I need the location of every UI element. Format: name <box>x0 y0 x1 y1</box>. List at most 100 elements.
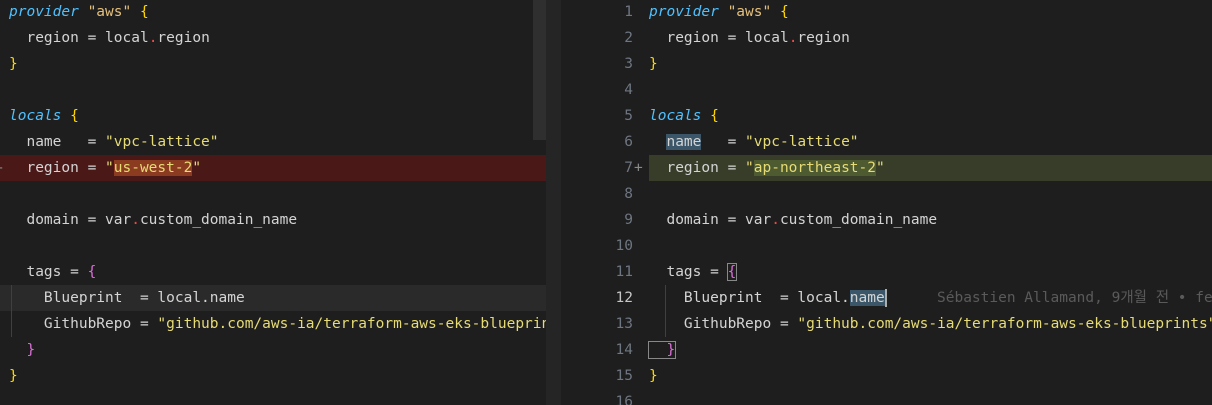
modified-editor-pane[interactable]: 1 provider "aws" {2 region = local.region… <box>561 0 1212 405</box>
code-token: } <box>647 341 677 359</box>
code-line[interactable]: locals { <box>0 103 546 129</box>
code-token: " <box>105 160 114 176</box>
code-line[interactable]: GithubRepo = "github.com/aws-ia/terrafor… <box>0 311 546 337</box>
code-line[interactable] <box>0 181 546 207</box>
left-scrollbar-thumb[interactable] <box>533 0 546 140</box>
code-content: name = "vpc-lattice" <box>9 129 219 155</box>
code-content: name = "vpc-lattice" <box>649 129 859 155</box>
code-line[interactable]: domain = var.custom_domain_name <box>0 207 546 233</box>
code-line[interactable]: 10 <box>561 233 1212 259</box>
code-token: region <box>797 30 850 46</box>
code-content: provider "aws" { <box>9 0 149 25</box>
code-content: GithubRepo = "github.com/aws-ia/terrafor… <box>9 311 546 337</box>
code-token: provider <box>9 4 79 20</box>
code-line[interactable]: 11 tags = { <box>561 259 1212 285</box>
line-number: 1 <box>624 4 633 20</box>
code-line[interactable]: 13 GithubRepo = "github.com/aws-ia/terra… <box>561 311 1212 337</box>
code-line[interactable] <box>0 77 546 103</box>
code-token: locals <box>649 108 702 124</box>
code-token: } <box>9 368 18 384</box>
code-line[interactable]: 3} <box>561 51 1212 77</box>
code-token: custom_domain_name <box>139 212 298 228</box>
code-token: domain = var <box>649 212 772 228</box>
code-token: } <box>649 56 658 72</box>
code-line[interactable]: 12 Blueprint = local.name Sébastien Allam… <box>561 285 1212 311</box>
code-content: } <box>9 363 18 389</box>
code-token: region = local <box>649 30 789 46</box>
code-token: "github.com/aws-ia/terraform-aws-eks-blu… <box>157 316 546 332</box>
line-number: 12 <box>615 290 633 306</box>
git-blame-annotation: Sébastien Allamand, 9개월 전 • fe <box>937 290 1212 306</box>
code-line[interactable]: provider "aws" { <box>0 0 546 25</box>
code-token: region = <box>9 160 106 176</box>
code-token: locals <box>9 108 62 124</box>
code-line[interactable]: 2 region = local.region <box>561 25 1212 51</box>
code-token: name <box>849 290 885 306</box>
code-token: " <box>745 160 754 176</box>
code-token: name = <box>9 134 106 150</box>
code-content: } <box>649 51 658 77</box>
code-token: } <box>9 342 36 358</box>
code-line[interactable]: 5 locals { <box>561 103 1212 129</box>
code-token: "aws" <box>727 4 772 20</box>
code-line[interactable]: } <box>0 337 546 363</box>
code-token: " <box>875 160 885 176</box>
code-line[interactable]: 8 <box>561 181 1212 207</box>
code-token: { <box>779 4 789 20</box>
line-number: 11 <box>615 264 633 280</box>
code-line[interactable]: region = local.region <box>0 25 546 51</box>
code-token: } <box>649 368 658 384</box>
code-content: region = local.region <box>9 25 209 51</box>
line-number: 3 <box>624 56 633 72</box>
code-content: region = "ap-northeast-2" <box>649 155 885 181</box>
pane-divider[interactable] <box>546 0 561 405</box>
code-token: "vpc-lattice" <box>105 134 219 150</box>
code-line[interactable]: } <box>0 51 546 77</box>
code-content: } <box>9 337 35 363</box>
code-line[interactable]: Blueprint = local.name <box>0 285 546 311</box>
code-line[interactable]: 4 <box>561 77 1212 103</box>
code-content: } <box>649 363 658 389</box>
code-line[interactable]: name = "vpc-lattice" <box>0 129 546 155</box>
code-token: Blueprint = local.name <box>9 290 245 306</box>
line-number: 4 <box>624 82 633 98</box>
code-line[interactable]: 9 domain = var.custom_domain_name <box>561 207 1212 233</box>
line-number: 14 <box>615 342 633 358</box>
indent-guide <box>665 285 666 337</box>
code-content: region = local.region <box>649 25 850 51</box>
code-line[interactable]: } <box>0 363 546 389</box>
line-number: 13 <box>615 316 633 332</box>
diff-added-marker: + <box>634 160 643 176</box>
code-content: tags = { <box>649 259 738 285</box>
code-token: { <box>87 264 97 280</box>
code-content: Blueprint = local.name <box>649 285 887 311</box>
code-token: = <box>701 134 746 150</box>
code-line[interactable]: 14 } <box>561 337 1212 363</box>
code-token: { <box>70 108 79 124</box>
line-number: 15 <box>615 368 633 384</box>
code-token: { <box>726 263 738 281</box>
code-token: us-west-2 <box>113 160 193 176</box>
code-content: } <box>9 51 18 77</box>
code-line[interactable]: 16 <box>561 389 1212 405</box>
line-number: 8 <box>624 186 633 202</box>
code-token: provider <box>649 4 719 20</box>
code-line[interactable]: 15} <box>561 363 1212 389</box>
code-line[interactable]: 6 name = "vpc-lattice" <box>561 129 1212 155</box>
code-line[interactable]: 7 + region = "ap-northeast-2" <box>624 155 1212 181</box>
code-line[interactable]: 1 provider "aws" { <box>561 0 1212 25</box>
code-token: tags = <box>9 264 88 280</box>
code-content: Blueprint = local.name <box>9 285 245 311</box>
code-token: region = <box>649 160 746 176</box>
code-content: locals { <box>649 103 719 129</box>
code-line[interactable]: tags = { <box>0 259 546 285</box>
original-editor-pane[interactable]: provider "aws" { region = local.region} l… <box>0 0 546 405</box>
code-line[interactable]: - region = "us-west-2" <box>0 155 546 181</box>
code-line[interactable] <box>0 233 546 259</box>
